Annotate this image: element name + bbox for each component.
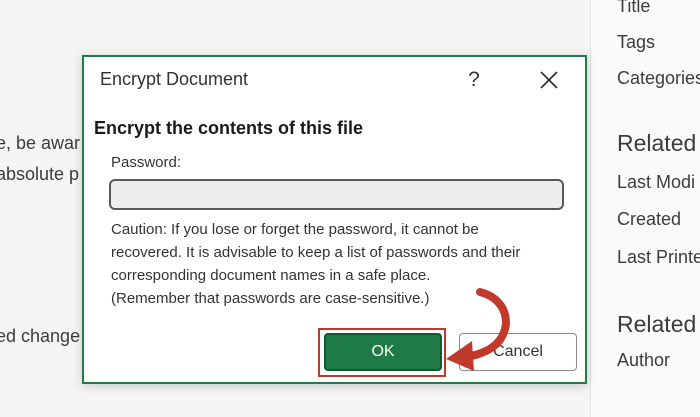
related-dates-heading: Related [617,130,697,156]
ok-button[interactable]: OK [324,333,442,371]
document-body-fragment: e, be awar absolute p ed change [0,0,90,417]
property-tags[interactable]: Tags [617,32,655,53]
related-people-heading: Related [617,311,697,337]
body-text-line: absolute p [0,164,80,184]
property-last-modified: Last Modi [617,172,696,192]
password-input[interactable] [109,179,564,210]
dialog-title: Encrypt Document [100,69,249,89]
encrypt-document-dialog: Encrypt Document ? Encrypt the contents … [82,55,587,384]
caution-line: Caution: If you lose or forget the passw… [111,221,479,238]
property-categories[interactable]: Categories [617,68,700,89]
property-author: Author [617,350,671,370]
caution-line: corresponding document names in a safe p… [111,267,431,284]
properties-panel: Title Tags Categories Related Last Modi … [590,0,700,417]
caution-line: (Remember that passwords are case-sensit… [111,290,430,307]
body-text-line: ed change [0,326,81,346]
caution-line: recovered. It is advisable to keep a lis… [111,244,521,261]
close-icon[interactable] [534,65,564,95]
cancel-button[interactable]: Cancel [459,333,577,371]
property-last-printed: Last Printe [617,247,700,267]
property-created: Created [617,209,682,229]
body-text-line: e, be awar [0,133,81,153]
help-icon[interactable]: ? [459,65,489,95]
password-label: Password: [111,154,182,171]
dialog-heading: Encrypt the contents of this file [94,118,364,138]
property-title[interactable]: Title [617,0,650,17]
caution-text: Caution: If you lose or forget the passw… [111,218,571,310]
